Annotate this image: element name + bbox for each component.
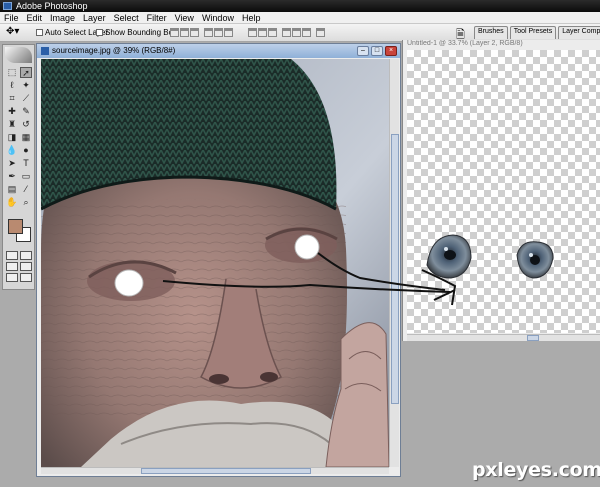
menu-bar: File Edit Image Layer Select Filter View… — [0, 12, 600, 24]
menu-filter[interactable]: Filter — [147, 12, 167, 23]
photo-illustration — [41, 59, 389, 467]
crop-icon[interactable]: ⌗ — [6, 93, 18, 104]
pen-icon[interactable]: ✒ — [6, 171, 18, 182]
source-horizontal-scrollbar[interactable] — [41, 467, 389, 474]
move-icon[interactable]: ➚ — [20, 67, 32, 78]
panel-well: Brushes Tool Presets Layer Comps — [474, 26, 600, 39]
distribute-middle-icon[interactable] — [258, 28, 267, 37]
tab-brushes[interactable]: Brushes — [474, 26, 508, 39]
align-bottom-icon[interactable] — [190, 28, 199, 37]
auto-align-icon[interactable] — [316, 28, 325, 37]
screen-mode-menu-icon[interactable] — [6, 273, 18, 282]
menu-window[interactable]: Window — [202, 12, 234, 23]
menu-view[interactable]: View — [175, 12, 194, 23]
align-center-icon[interactable] — [214, 28, 223, 37]
auto-select-checkbox[interactable] — [36, 29, 43, 36]
menu-edit[interactable]: Edit — [27, 12, 43, 23]
tab-tool-presets[interactable]: Tool Presets — [509, 26, 557, 39]
transparent-canvas[interactable] — [407, 50, 600, 333]
show-bounding-box-option[interactable]: Show Bounding Box — [96, 28, 177, 37]
shape-icon[interactable]: ▭ — [20, 171, 32, 182]
photoshop-logo-icon — [3, 2, 12, 10]
align-left-icon[interactable] — [204, 28, 213, 37]
marquee-icon[interactable]: ⬚ — [6, 67, 18, 78]
minimize-icon[interactable]: – — [357, 46, 369, 56]
brush-icon[interactable]: ✎ — [20, 106, 32, 117]
old-man-photo[interactable] — [41, 59, 389, 467]
close-icon[interactable]: × — [385, 46, 397, 56]
dodge-icon[interactable]: ● — [20, 145, 32, 156]
distribute-buttons — [248, 28, 326, 38]
align-right-icon[interactable] — [224, 28, 233, 37]
menu-select[interactable]: Select — [114, 12, 139, 23]
source-window-titlebar[interactable]: sourceimage.jpg @ 39% (RGB/8#) – □ × — [37, 44, 400, 58]
distribute-top-icon[interactable] — [248, 28, 257, 37]
canvas-horizontal-scrollbar[interactable] — [407, 334, 600, 341]
foreground-color-swatch[interactable] — [8, 219, 23, 234]
left-eye-cutout[interactable] — [426, 234, 472, 279]
menu-image[interactable]: Image — [50, 12, 75, 23]
canvas-scroll-thumb[interactable] — [527, 335, 539, 341]
move-tool-preset-icon[interactable]: ✥▾ — [6, 26, 19, 37]
extracted-eyes — [426, 234, 554, 279]
gradient-icon[interactable]: ▦ — [20, 132, 32, 143]
source-window-title: sourceimage.jpg @ 39% (RGB/8#) — [52, 46, 176, 55]
menu-layer[interactable]: Layer — [83, 12, 106, 23]
source-hscroll-thumb[interactable] — [141, 468, 311, 474]
document-icon — [41, 47, 49, 55]
hand-icon[interactable]: ✋ — [6, 197, 18, 208]
distribute-center-icon[interactable] — [292, 28, 301, 37]
stamp-icon[interactable]: ♜ — [6, 119, 18, 130]
source-vertical-scrollbar[interactable] — [389, 59, 399, 467]
lasso-icon[interactable]: ℓ — [6, 80, 18, 91]
maximize-icon[interactable]: □ — [371, 46, 383, 56]
healing-icon[interactable]: ✚ — [6, 106, 18, 117]
align-buttons — [170, 28, 234, 38]
standard-mode-icon[interactable] — [6, 251, 18, 260]
distribute-right-icon[interactable] — [302, 28, 311, 37]
bounding-box-label: Show Bounding Box — [105, 28, 178, 37]
align-middle-icon[interactable] — [180, 28, 189, 37]
toolbox: ⬚ ➚ ℓ ✦ ⌗ ⟋ ✚ ✎ ♜ ↺ ◨ ▦ 💧 ● ➤ T ✒ ▭ ▤ ⁄ … — [2, 44, 35, 290]
eyedropper-icon[interactable]: ⁄ — [20, 184, 32, 195]
path-select-icon[interactable]: ➤ — [6, 158, 18, 169]
app-title: Adobe Photoshop — [16, 1, 88, 11]
tab-layer-comps[interactable]: Layer Comps — [558, 26, 600, 39]
blur-icon[interactable]: 💧 — [6, 145, 18, 156]
eraser-icon[interactable]: ◨ — [6, 132, 18, 143]
history-brush-icon[interactable]: ↺ — [20, 119, 32, 130]
distribute-left-icon[interactable] — [282, 28, 291, 37]
screen-mode-full-icon[interactable] — [20, 262, 32, 271]
notes-icon[interactable]: ▤ — [6, 184, 18, 195]
jump-to-imageready-icon[interactable] — [20, 273, 32, 282]
screen-mode-standard-icon[interactable] — [6, 262, 18, 271]
menu-file[interactable]: File — [4, 12, 19, 23]
menu-help[interactable]: Help — [242, 12, 261, 23]
photoshop-feather-icon — [5, 47, 32, 63]
mode-buttons — [6, 251, 33, 282]
zoom-icon[interactable]: ⌕ — [20, 197, 32, 208]
align-top-icon[interactable] — [170, 28, 179, 37]
canvas-window-title: Untitled-1 @ 33.7% (Layer 2, RGB/8) — [407, 40, 523, 47]
bounding-box-checkbox[interactable] — [96, 29, 103, 36]
source-image-window: sourceimage.jpg @ 39% (RGB/8#) – □ × — [36, 43, 401, 477]
source-vscroll-thumb[interactable] — [391, 134, 399, 404]
slice-icon[interactable]: ⟋ — [20, 93, 32, 104]
magic-wand-icon[interactable]: ✦ — [20, 80, 32, 91]
type-icon[interactable]: T — [20, 158, 32, 169]
right-eye-cutout[interactable] — [516, 241, 554, 279]
app-title-bar: Adobe Photoshop — [0, 0, 600, 12]
canvas-window: Untitled-1 @ 33.7% (Layer 2, RGB/8) — [402, 40, 600, 341]
distribute-bottom-icon[interactable] — [268, 28, 277, 37]
watermark: pxleyes.com — [472, 459, 600, 481]
quick-mask-icon[interactable] — [20, 251, 32, 260]
color-swatches — [6, 219, 33, 245]
